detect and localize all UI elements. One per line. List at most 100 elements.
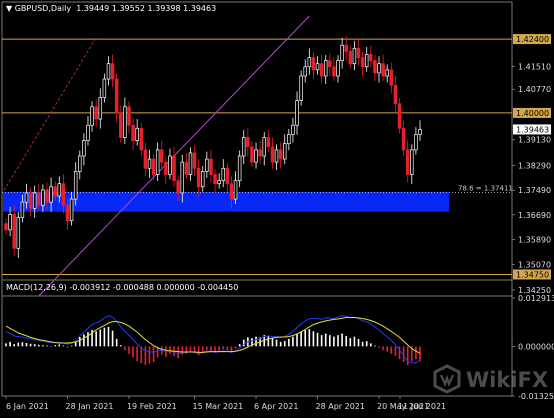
symbol-label: GBPUSD,Daily bbox=[14, 4, 72, 13]
macd-tick-label: 0.000000 bbox=[518, 342, 554, 351]
price-tick-label: 1.40770 bbox=[518, 85, 551, 94]
signal-line bbox=[5, 317, 421, 354]
candle-body bbox=[155, 149, 160, 175]
candle-body bbox=[414, 134, 418, 151]
candle-body bbox=[147, 158, 152, 169]
candle-body bbox=[213, 174, 217, 185]
candle-body bbox=[303, 66, 307, 77]
candle-body bbox=[237, 155, 242, 181]
candle-body bbox=[282, 143, 287, 160]
candle-body bbox=[123, 106, 127, 138]
candle bbox=[274, 144, 279, 171]
candle-body bbox=[336, 60, 340, 77]
candle bbox=[221, 159, 225, 188]
candle-body bbox=[86, 124, 90, 141]
price-tick-label: 1.38290 bbox=[518, 162, 551, 171]
candle bbox=[98, 88, 103, 129]
candle-body bbox=[389, 69, 394, 86]
candle-body bbox=[311, 57, 316, 71]
candle-body bbox=[69, 198, 74, 221]
candle bbox=[246, 128, 250, 157]
candle-body bbox=[373, 60, 377, 74]
candle-body bbox=[287, 134, 291, 145]
candle bbox=[16, 212, 21, 258]
candle-body bbox=[127, 106, 131, 126]
candle bbox=[168, 148, 172, 180]
candle bbox=[360, 52, 365, 77]
candle bbox=[377, 56, 381, 83]
candle-body bbox=[73, 171, 78, 200]
candle bbox=[287, 128, 291, 151]
date-tick-label: 28 Jan 2021 bbox=[65, 402, 113, 411]
candle-body bbox=[278, 149, 283, 160]
candle bbox=[196, 159, 201, 197]
candle bbox=[209, 149, 213, 183]
candle-body bbox=[250, 146, 254, 163]
candle bbox=[172, 146, 176, 188]
macd-title: MACD(12,26,9) bbox=[6, 283, 67, 292]
candle bbox=[86, 116, 90, 146]
date-tick-label: 6 Jan 2021 bbox=[6, 402, 49, 411]
candle-body bbox=[131, 124, 135, 141]
macd-value-2: -0.000488 bbox=[112, 283, 154, 292]
candle bbox=[90, 101, 94, 132]
candle bbox=[401, 120, 406, 157]
candle-body bbox=[65, 204, 70, 221]
candle-body bbox=[82, 140, 86, 157]
candle-body bbox=[12, 214, 16, 249]
axes-layer: 1.41510 1.40770 1.39130 1.38290 1.37490 1.366… bbox=[5, 34, 554, 411]
candle-body bbox=[106, 63, 111, 80]
chevron-down-icon[interactable]: ▼ bbox=[6, 4, 15, 13]
level-price-label: 1.34750 bbox=[516, 270, 549, 279]
candle-body bbox=[315, 63, 320, 71]
candle-body bbox=[270, 146, 275, 163]
candle-body bbox=[24, 192, 29, 203]
candle-body bbox=[340, 44, 344, 61]
candle-body bbox=[393, 84, 398, 105]
candle-body bbox=[114, 78, 119, 114]
candle-body bbox=[233, 180, 238, 200]
ohlc-readout: ▼ GBPUSD,Daily 1.39449 1.39552 1.39398 1… bbox=[6, 4, 216, 13]
candle bbox=[410, 144, 414, 184]
candle bbox=[340, 37, 344, 69]
candle bbox=[73, 162, 78, 206]
candle bbox=[323, 55, 328, 84]
candle-body bbox=[20, 201, 25, 218]
candle-body bbox=[110, 63, 115, 80]
candle bbox=[389, 62, 394, 94]
candle bbox=[32, 185, 37, 218]
candle-body bbox=[410, 149, 414, 175]
candle-body bbox=[209, 158, 213, 175]
candle bbox=[12, 205, 16, 257]
candle bbox=[102, 73, 107, 103]
candle-body bbox=[184, 161, 189, 175]
candle-body bbox=[385, 69, 389, 77]
candle bbox=[147, 149, 152, 178]
price-tick-label: 1.36690 bbox=[518, 211, 551, 220]
candle-body bbox=[4, 223, 8, 231]
candle-body bbox=[37, 192, 41, 206]
candle bbox=[348, 45, 353, 69]
candle-body bbox=[274, 149, 279, 163]
price-tick-label: 1.39130 bbox=[518, 136, 551, 145]
candle bbox=[131, 117, 135, 151]
watermark-text: WikiFX bbox=[466, 368, 549, 392]
candle-body bbox=[332, 66, 336, 77]
candle bbox=[217, 173, 221, 189]
candle-body bbox=[401, 127, 406, 151]
candle-body bbox=[192, 152, 197, 169]
candle-body bbox=[266, 137, 271, 148]
candle-body bbox=[205, 158, 209, 172]
candle-body bbox=[217, 180, 221, 185]
candle bbox=[270, 137, 275, 169]
chart-canvas[interactable]: 78.6 = 1.37411 1.41510 1.40770 1.39130 1.38… bbox=[0, 0, 554, 414]
candle bbox=[328, 53, 332, 77]
trading-chart[interactable]: 78.6 = 1.37411 1.41510 1.40770 1.39130 1.38… bbox=[0, 0, 554, 414]
candle-body bbox=[172, 155, 176, 181]
candle-body bbox=[41, 189, 45, 206]
candle-body bbox=[241, 137, 246, 157]
date-tick-label: 11 Jun 2021 bbox=[398, 402, 446, 411]
candle-body bbox=[78, 155, 82, 172]
candle-body bbox=[381, 63, 385, 77]
candle-body bbox=[225, 167, 230, 185]
